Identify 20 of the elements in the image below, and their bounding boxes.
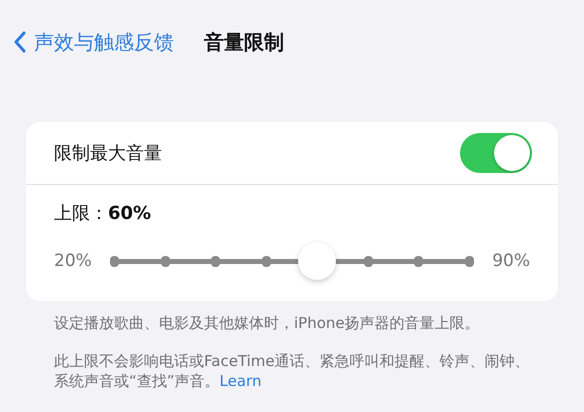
back-button[interactable]: 声效与触感反馈 (14, 28, 174, 56)
slider-track[interactable] (110, 256, 474, 266)
max-label: 90% (492, 251, 530, 271)
slider-tick (414, 256, 424, 266)
limit-caption: 上限：60% (53, 202, 152, 225)
slider-tick (110, 256, 119, 266)
detail-text: 此上限不会影响电话或FaceTime通话、紧急呼叫和提醒、铃声、闹钟、系统声音或“查找”声音。Learn (54, 351, 531, 391)
toggle-label: 限制最大音量 (54, 142, 162, 165)
slider-thumb[interactable] (298, 242, 336, 280)
min-label: 20% (54, 251, 92, 271)
slider-tick (211, 256, 220, 266)
learn-link[interactable]: Learn (220, 372, 262, 390)
slider-tick (160, 256, 170, 266)
page-title: 音量限制 (204, 28, 284, 56)
slider-tick (465, 256, 474, 266)
limit-switch[interactable] (460, 133, 532, 173)
slider-tick (364, 256, 373, 266)
description-text: 设定播放歌曲、电影及其他媒体时，iPhone扬声器的音量上限。 (54, 313, 481, 333)
slider-tick (262, 256, 272, 266)
back-icon (14, 31, 26, 53)
